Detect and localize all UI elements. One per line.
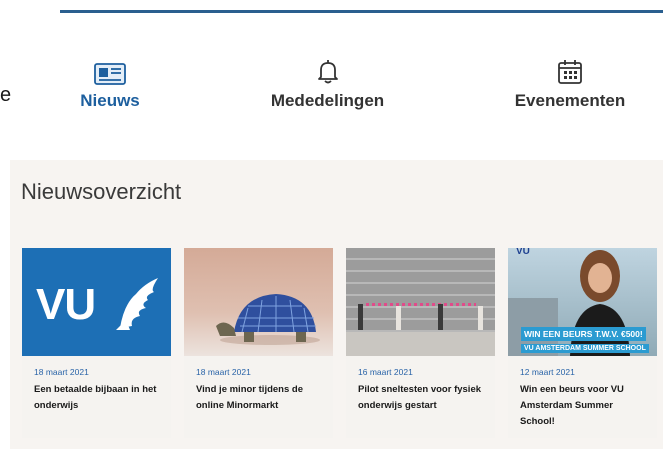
- tab-label: Nieuws: [80, 91, 140, 110]
- people-distance-wall-image: [346, 248, 495, 356]
- tab-label: Evenementen: [514, 91, 626, 110]
- news-card[interactable]: VU 18 maart 2021 Een betaalde bijbaan in…: [22, 248, 171, 438]
- tab-evenementen[interactable]: Evenementen: [500, 55, 640, 111]
- news-overview-panel: Nieuwsoverzicht VU 18 maart 2021 Een bet…: [10, 160, 663, 449]
- newspaper-icon: [70, 55, 150, 85]
- promo-subbadge: VU AMSTERDAM SUMMER SCHOOL: [521, 344, 649, 353]
- news-card[interactable]: 16 maart 2021 Pilot sneltesten voor fysi…: [346, 248, 495, 438]
- news-headline[interactable]: Pilot sneltesten voor fysiek onderwijs g…: [358, 382, 487, 414]
- bell-icon: [255, 55, 400, 85]
- news-headline[interactable]: Vind je minor tijdens de online Minormar…: [196, 382, 325, 414]
- news-headline[interactable]: Win een beurs voor VU Amsterdam Summer S…: [520, 382, 649, 430]
- vu-logo-image: VU: [22, 248, 171, 356]
- panel-title: Nieuwsoverzicht: [21, 179, 182, 204]
- vu-logo-text: VU: [36, 280, 96, 329]
- tab-nieuws[interactable]: Nieuws: [70, 55, 150, 111]
- news-date: 12 maart 2021: [520, 367, 575, 377]
- vu-corner-logo: VU: [516, 248, 530, 257]
- turtle-illustration: [216, 294, 320, 345]
- summer-school-banner-image: VU WIN EEN BEURS T.W.V. €500! VU AMSTERD…: [508, 248, 657, 356]
- griffin-icon: [116, 278, 158, 330]
- tab-label: Mededelingen: [270, 91, 385, 110]
- tab-mededelingen[interactable]: Mededelingen: [255, 55, 400, 111]
- news-card[interactable]: VU WIN EEN BEURS T.W.V. €500! VU AMSTERD…: [508, 248, 657, 438]
- solar-turtle-image: [184, 248, 333, 356]
- news-date: 18 maart 2021: [196, 367, 251, 377]
- top-divider-line: [60, 10, 663, 13]
- news-date: 16 maart 2021: [358, 367, 413, 377]
- news-headline[interactable]: Een betaalde bijbaan in het onderwijs: [34, 382, 163, 414]
- news-date: 18 maart 2021: [34, 367, 89, 377]
- promo-badge: WIN EEN BEURS T.W.V. €500!: [521, 327, 646, 341]
- news-card[interactable]: 18 maart 2021 Vind je minor tijdens de o…: [184, 248, 333, 438]
- calendar-icon: [500, 55, 640, 85]
- tab-bar: Nieuws Mededelingen Evenementen: [0, 55, 663, 125]
